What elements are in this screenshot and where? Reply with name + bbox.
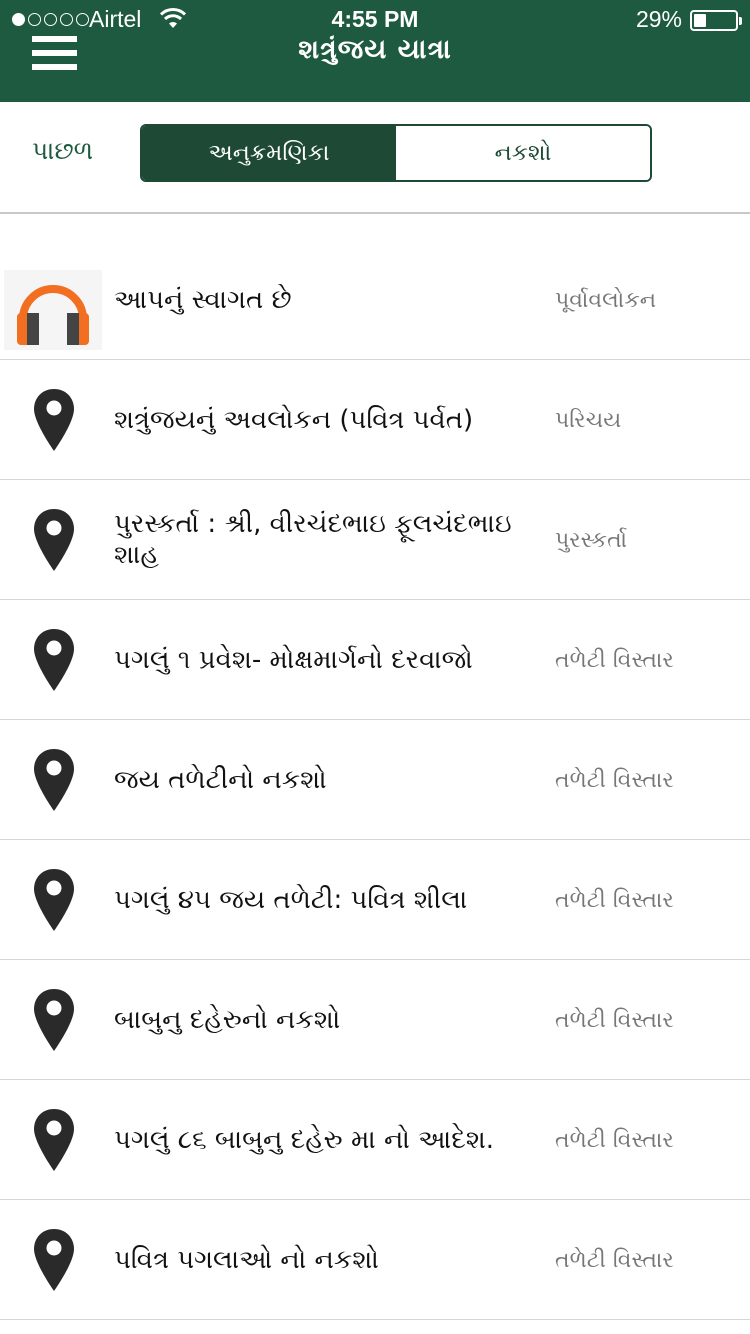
headphones-icon bbox=[4, 270, 102, 350]
list-item[interactable]: બાબુનુ દહેરુનો નકશો તળેટી વિસ્તાર bbox=[0, 960, 750, 1080]
list-item-title: પગલું ૧ પ્રવેશ- મોક્ષમાર્ગનો દરવાજો bbox=[114, 644, 473, 675]
tab-map[interactable]: નકશો bbox=[396, 126, 650, 180]
list-item[interactable]: જય તળેટીનો નકશો તળેટી વિસ્તાર bbox=[0, 720, 750, 840]
battery-icon bbox=[690, 10, 742, 31]
list-item-category: તળેટી વિસ્તાર bbox=[555, 767, 674, 793]
toolbar: પાછળ અનુક્રમણિકા નકશો bbox=[0, 102, 750, 214]
back-button[interactable]: પાછળ bbox=[32, 136, 93, 166]
list-item-title: આપનું સ્વાગત છે bbox=[114, 284, 292, 315]
list-item-category: પૂર્વાવલોકન bbox=[555, 287, 657, 313]
list-item-category: પુરસ્કર્તા bbox=[555, 527, 628, 553]
list-item-title: પુરસ્કર્તા : શ્રી, વીરચંદભાઇ ફૂલચંદભાઇ શ… bbox=[114, 509, 512, 570]
list-item[interactable]: પગલું ૮૬ બાબુનુ દહેરુ મા નો આદેશ. તળેટી … bbox=[0, 1080, 750, 1200]
list-item[interactable]: આપનું સ્વાગત છે પૂર્વાવલોકન bbox=[0, 240, 750, 360]
list-item-title: શત્રુંજયનું અવલોકન (પવિત્ર પર્વત) bbox=[114, 404, 474, 435]
view-segmented-control: અનુક્રમણિકા નકશો bbox=[140, 124, 652, 182]
map-pin-icon bbox=[4, 720, 104, 840]
list-item[interactable]: પગલું ૧ પ્રવેશ- મોક્ષમાર્ગનો દરવાજો તળેટ… bbox=[0, 600, 750, 720]
list-item[interactable]: શત્રુંજયનું અવલોકન (પવિત્ર પર્વત) પરિચય bbox=[0, 360, 750, 480]
list-item-title: પગલું ૮૬ બાબુનુ દહેરુ મા નો આદેશ. bbox=[114, 1124, 495, 1155]
map-pin-icon bbox=[4, 1080, 104, 1200]
list-item-category: તળેટી વિસ્તાર bbox=[555, 647, 674, 673]
map-pin-icon bbox=[4, 960, 104, 1080]
list-item-title: પવિત્ર પગલાઓ નો નકશો bbox=[114, 1244, 379, 1275]
list-item-category: તળેટી વિસ્તાર bbox=[555, 1247, 674, 1273]
map-pin-icon bbox=[4, 840, 104, 960]
list-item[interactable]: પુરસ્કર્તા : શ્રી, વીરચંદભાઇ ફૂલચંદભાઇ શ… bbox=[0, 480, 750, 600]
map-pin-icon bbox=[4, 360, 104, 480]
list-item-category: તળેટી વિસ્તાર bbox=[555, 1007, 674, 1033]
list-item-title: પગલું ૪૫ જય તળેટી: પવિત્ર શીલા bbox=[114, 884, 468, 915]
content-list: આપનું સ્વાગત છે પૂર્વાવલોકન શત્રુંજયનું … bbox=[0, 240, 750, 1320]
list-item-category: તળેટી વિસ્તાર bbox=[555, 1127, 674, 1153]
list-item[interactable]: પગલું ૪૫ જય તળેટી: પવિત્ર શીલા તળેટી વિસ… bbox=[0, 840, 750, 960]
map-pin-icon bbox=[4, 480, 104, 600]
battery-percent: 29% bbox=[635, 6, 682, 32]
page-title: શત્રુંજય યાત્રા bbox=[298, 34, 452, 65]
list-item-category: પરિચય bbox=[555, 407, 622, 433]
list-item[interactable]: પવિત્ર પગલાઓ નો નકશો તળેટી વિસ્તાર bbox=[0, 1200, 750, 1320]
battery-level-fill bbox=[694, 14, 706, 27]
map-pin-icon bbox=[4, 1200, 104, 1320]
list-item-category: તળેટી વિસ્તાર bbox=[555, 887, 674, 913]
app-header: Airtel 4:55 PM 29% શત્રુંજય યાત્રા bbox=[0, 0, 750, 102]
tab-index[interactable]: અનુક્રમણિકા bbox=[142, 126, 396, 180]
list-item-title: જય તળેટીનો નકશો bbox=[114, 764, 327, 795]
list-item-title: બાબુનુ દહેરુનો નકશો bbox=[114, 1004, 341, 1035]
map-pin-icon bbox=[4, 600, 104, 720]
